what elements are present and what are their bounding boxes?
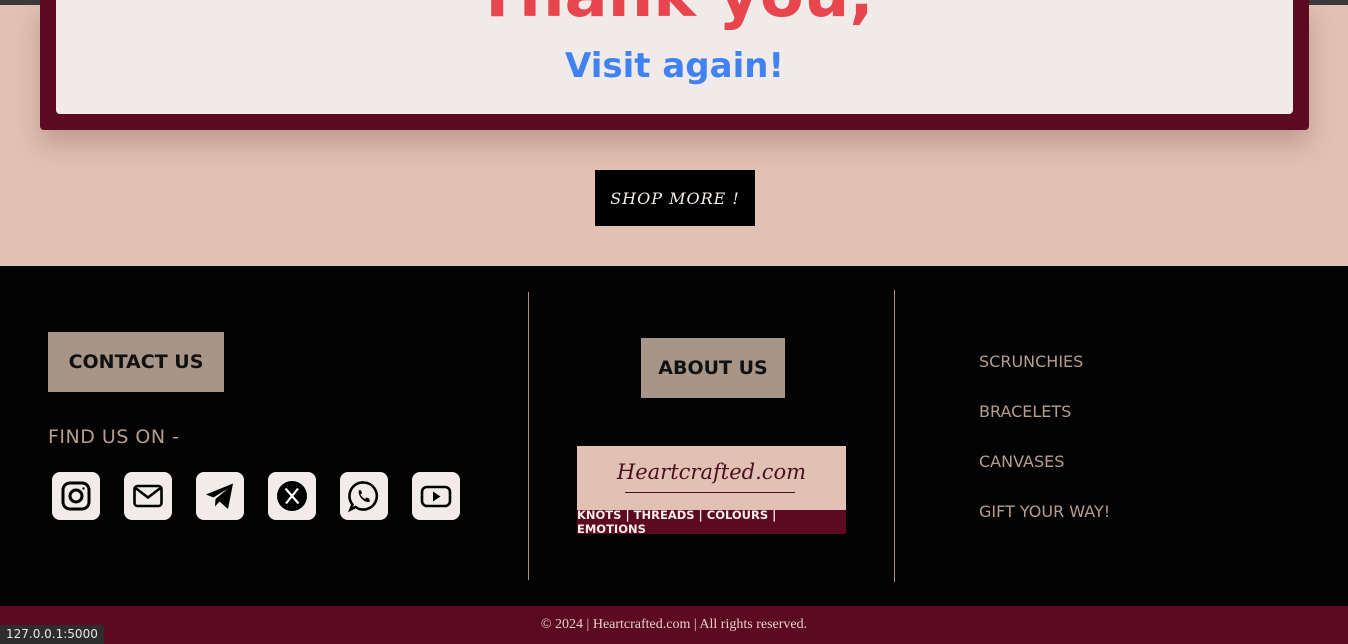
copyright-text: © 2024 | Heartcrafted.com | All rights r… <box>540 617 808 632</box>
thank-you-subtitle: Visit again! <box>565 46 784 86</box>
about-us-button[interactable]: ABOUT US <box>641 338 785 398</box>
logo-tagline: KNOTS | THREADS | COLOURS | EMOTIONS <box>577 508 846 536</box>
footer-divider-left <box>528 292 529 580</box>
instagram-icon <box>61 481 91 511</box>
contact-us-button[interactable]: CONTACT US <box>48 332 224 392</box>
x-link[interactable] <box>268 472 316 520</box>
find-us-label: FIND US ON - <box>48 426 180 448</box>
mail-link[interactable] <box>124 472 172 520</box>
thank-you-title: Thank you, <box>56 0 1293 30</box>
youtube-link[interactable] <box>412 472 460 520</box>
link-gift-your-way[interactable]: GIFT YOUR WAY! <box>979 502 1110 552</box>
social-links <box>52 472 460 520</box>
footer-divider-right <box>894 290 895 582</box>
shop-more-button[interactable]: SHOP MORE ! <box>595 170 755 226</box>
footer-logo: Heartcrafted.com KNOTS | THREADS | COLOU… <box>577 446 846 536</box>
link-scrunchies[interactable]: SCRUNCHIES <box>979 352 1110 402</box>
thank-you-card: Thank you, Visit again! <box>56 0 1293 114</box>
footer: CONTACT US FIND US ON - ABOUT US Heartcr… <box>0 266 1348 606</box>
logo-name: Heartcrafted.com <box>616 460 807 484</box>
instagram-link[interactable] <box>52 472 100 520</box>
copyright-bar: © 2024 | Heartcrafted.com | All rights r… <box>0 606 1348 644</box>
telegram-icon <box>206 483 233 509</box>
x-icon <box>277 481 307 511</box>
youtube-icon <box>420 485 452 508</box>
link-canvases[interactable]: CANVASES <box>979 452 1110 502</box>
whatsapp-icon <box>348 481 379 513</box>
logo-underline <box>625 492 795 493</box>
mail-icon <box>133 484 163 508</box>
telegram-link[interactable] <box>196 472 244 520</box>
whatsapp-link[interactable] <box>340 472 388 520</box>
browser-status-url: 127.0.0.1:5000 <box>0 625 104 644</box>
footer-links: SCRUNCHIES BRACELETS CANVASES GIFT YOUR … <box>979 352 1110 552</box>
link-bracelets[interactable]: BRACELETS <box>979 402 1110 452</box>
